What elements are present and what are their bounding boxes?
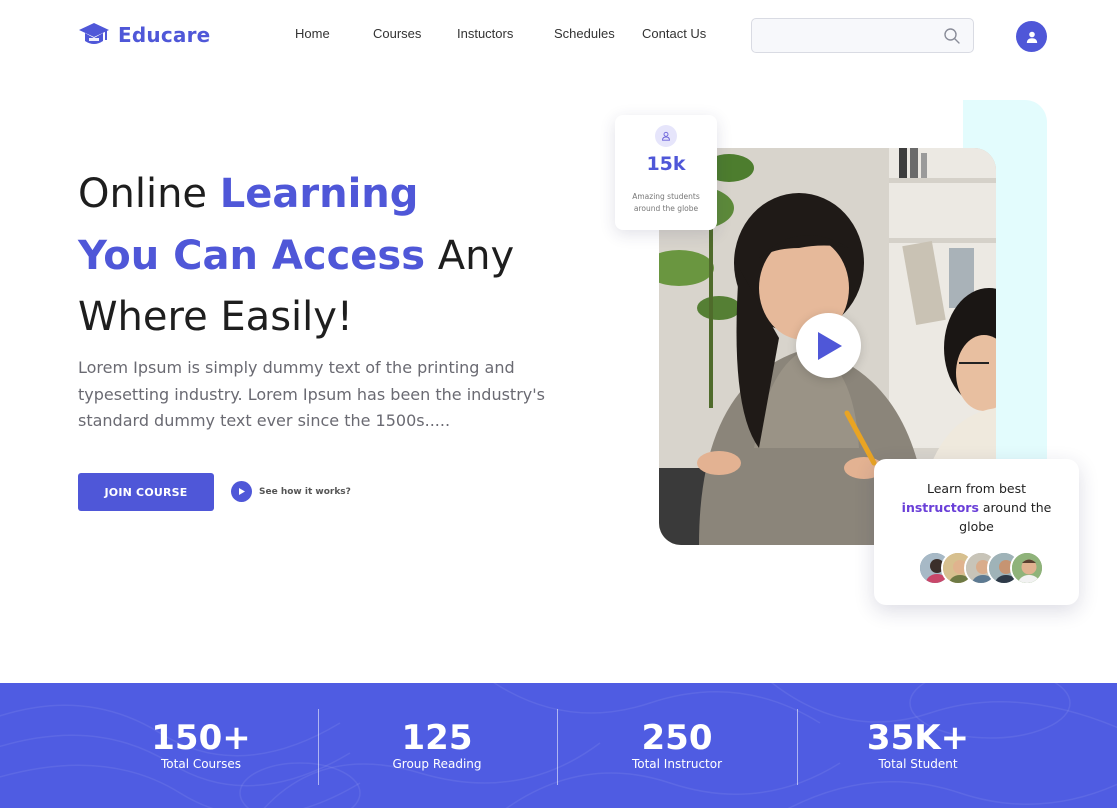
hero-title-plain: Any: [425, 233, 515, 279]
instructors-card-highlight: instructors: [901, 500, 979, 515]
see-how-it-works-link[interactable]: See how it works?: [231, 481, 351, 502]
hero-title-plain: Online: [78, 171, 220, 217]
hero-title-line-1: Online Learning: [78, 170, 418, 218]
stat-label: Group Reading: [392, 757, 482, 771]
stat-divider: [318, 709, 319, 785]
stat-value: 125: [401, 718, 473, 758]
user-account-button[interactable]: [1016, 21, 1047, 52]
user-icon: [655, 125, 677, 147]
nav-courses[interactable]: Courses: [373, 26, 421, 46]
hero-title-accent: Learning: [219, 171, 419, 217]
play-video-button[interactable]: [796, 313, 861, 378]
stat-label: Total Courses: [161, 757, 241, 771]
nav-instructors[interactable]: Instuctors: [457, 26, 513, 46]
instructor-avatars: [918, 551, 1048, 587]
see-how-label: See how it works?: [259, 486, 351, 497]
logo[interactable]: Educare: [78, 20, 210, 50]
stat-label: Total Student: [878, 757, 958, 771]
stat-value: 35K+: [866, 718, 970, 758]
search-input[interactable]: [762, 25, 937, 47]
hero-description: Lorem Ipsum is simply dummy text of the …: [78, 358, 545, 430]
hero-title-accent: You Can Access: [78, 233, 426, 279]
stat-label: Total Instructor: [631, 757, 723, 771]
stat-divider: [557, 709, 558, 785]
stat-value: 150+: [151, 718, 251, 758]
stat-divider: [797, 709, 798, 785]
hero-title-line-3: Where Easily!: [78, 294, 353, 340]
nav-home[interactable]: Home: [295, 26, 330, 46]
nav-contact-us[interactable]: Contact Us: [642, 26, 706, 46]
nav-schedules[interactable]: Schedules: [554, 26, 615, 46]
brand-name: Educare: [118, 23, 211, 47]
stat-group-reading: 125 Group Reading: [337, 718, 537, 772]
join-course-button[interactable]: JOIN COURSE: [78, 473, 214, 511]
stat-total-courses: 150+ Total Courses: [101, 718, 301, 772]
students-caption: Amazing students around the globe: [632, 192, 700, 213]
page: Educare Home Courses Instuctors Schedule…: [0, 0, 1117, 808]
instructor-avatar[interactable]: [1010, 551, 1044, 585]
instructors-card-prefix: Learn from best: [926, 481, 1026, 496]
hero-title-line-2: You Can Access Any: [78, 232, 514, 280]
instructors-card-text: Learn from best instructors around the g…: [884, 479, 1069, 536]
stat-total-student: 35K+ Total Student: [818, 718, 1018, 772]
students-count: 15k: [646, 153, 686, 175]
user-icon: [1026, 31, 1037, 43]
graduation-cap-icon: [79, 23, 109, 44]
stats-band: 150+ Total Courses 125 Group Reading 250…: [0, 683, 1117, 808]
play-icon: [231, 481, 252, 502]
stat-total-instructor: 250 Total Instructor: [577, 718, 777, 772]
instructors-card: Learn from best instructors around the g…: [874, 459, 1079, 605]
search-box: [751, 18, 974, 53]
stat-value: 250: [641, 718, 713, 758]
students-stat-card: 15k Amazing students around the globe: [615, 115, 717, 230]
play-icon: [817, 331, 842, 360]
search-icon[interactable]: [943, 27, 961, 45]
